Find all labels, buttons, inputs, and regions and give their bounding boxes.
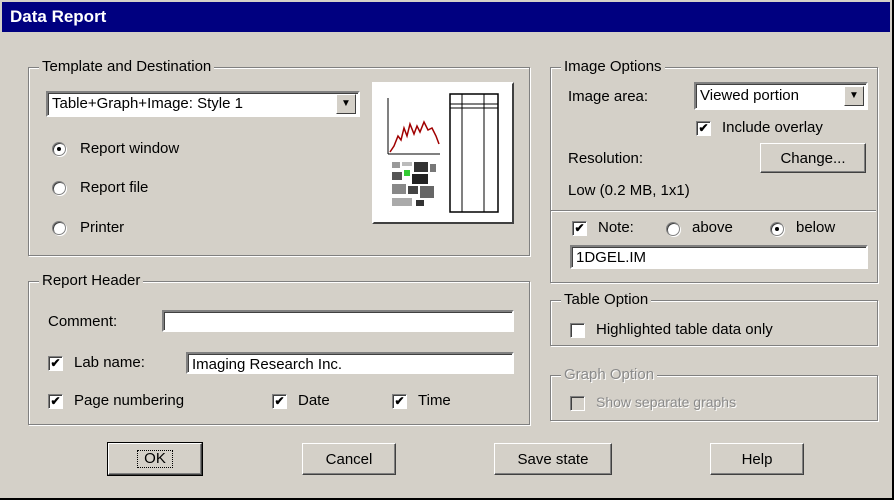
lab-name-checkbox[interactable]: ✔ xyxy=(48,356,63,371)
lab-name-input-value: Imaging Research Inc. xyxy=(192,356,343,373)
radio-selected-dot xyxy=(57,147,61,151)
include-overlay-label[interactable]: Include overlay xyxy=(722,119,823,136)
image-area-value: Viewed portion xyxy=(700,87,799,104)
note-below-label[interactable]: below xyxy=(796,219,835,236)
comment-label: Comment: xyxy=(48,313,118,330)
report-header-title: Report Header xyxy=(39,272,144,289)
report-layout-preview-icon xyxy=(372,82,514,224)
include-overlay-checkbox[interactable]: ✔ xyxy=(696,121,711,136)
table-option-title: Table Option xyxy=(561,291,652,308)
template-dropdown-button[interactable]: ▼ xyxy=(336,94,356,114)
ok-button[interactable]: OK xyxy=(107,442,203,476)
resolution-value: Low (0.2 MB, 1x1) xyxy=(568,182,690,199)
cancel-label: Cancel xyxy=(325,450,373,468)
checkmark-icon: ✔ xyxy=(50,394,61,408)
image-area-dropdown-button[interactable]: ▼ xyxy=(844,86,864,106)
separate-graphs-checkbox xyxy=(570,396,585,411)
change-resolution-button[interactable]: Change... xyxy=(760,143,866,173)
change-resolution-label: Change... xyxy=(780,149,846,167)
template-select-value: Table+Graph+Image: Style 1 xyxy=(52,95,243,112)
resolution-label: Resolution: xyxy=(568,150,644,167)
report-file-label[interactable]: Report file xyxy=(80,179,148,196)
lab-name-input[interactable]: Imaging Research Inc. xyxy=(186,352,514,374)
save-state-label: Save state xyxy=(517,450,589,468)
template-destination-title: Template and Destination xyxy=(39,58,215,75)
help-button[interactable]: Help xyxy=(710,443,804,475)
checkmark-icon: ✔ xyxy=(574,221,585,235)
printer-radio[interactable] xyxy=(52,221,66,235)
checkmark-icon: ✔ xyxy=(274,394,285,408)
chevron-down-icon: ▼ xyxy=(341,98,351,109)
note-checkbox[interactable]: ✔ xyxy=(572,221,587,236)
data-report-dialog: Data Report Template and Destination Tab… xyxy=(0,0,894,500)
checkmark-icon: ✔ xyxy=(698,121,709,135)
report-file-radio[interactable] xyxy=(52,181,66,195)
note-input-value: 1DGEL.IM xyxy=(576,249,647,266)
title-bar: Data Report xyxy=(2,2,890,32)
chevron-down-icon: ▼ xyxy=(849,90,859,101)
time-label[interactable]: Time xyxy=(418,392,451,409)
cancel-button[interactable]: Cancel xyxy=(302,443,396,475)
radio-selected-dot xyxy=(775,227,779,231)
template-select[interactable]: Table+Graph+Image: Style 1 xyxy=(46,91,360,117)
checkmark-icon: ✔ xyxy=(394,394,405,408)
report-window-label[interactable]: Report window xyxy=(80,140,179,157)
note-input[interactable]: 1DGEL.IM xyxy=(570,245,868,269)
preview-drawing xyxy=(387,93,499,213)
note-above-label[interactable]: above xyxy=(692,219,733,236)
image-options-divider xyxy=(551,210,876,211)
graph-option-title: Graph Option xyxy=(561,366,658,383)
comment-input[interactable] xyxy=(162,310,514,332)
date-label[interactable]: Date xyxy=(298,392,330,409)
image-options-title: Image Options xyxy=(561,58,665,75)
separate-graphs-label: Show separate graphs xyxy=(596,394,737,410)
save-state-button[interactable]: Save state xyxy=(494,443,612,475)
printer-label[interactable]: Printer xyxy=(80,219,124,236)
report-window-radio[interactable] xyxy=(52,142,66,156)
note-below-radio[interactable] xyxy=(770,222,784,236)
note-label[interactable]: Note: xyxy=(598,219,634,236)
checkmark-icon: ✔ xyxy=(50,356,61,370)
help-label: Help xyxy=(741,450,773,468)
image-area-label: Image area: xyxy=(568,88,649,105)
date-checkbox[interactable]: ✔ xyxy=(272,394,287,409)
highlighted-table-checkbox[interactable] xyxy=(570,323,585,338)
page-numbering-label[interactable]: Page numbering xyxy=(74,392,184,409)
page-numbering-checkbox[interactable]: ✔ xyxy=(48,394,63,409)
ok-label: OK xyxy=(137,450,173,468)
highlighted-table-label[interactable]: Highlighted table data only xyxy=(596,321,773,338)
time-checkbox[interactable]: ✔ xyxy=(392,394,407,409)
image-area-select[interactable]: Viewed portion xyxy=(694,82,868,110)
lab-name-label[interactable]: Lab name: xyxy=(74,354,145,371)
note-above-radio[interactable] xyxy=(666,222,680,236)
